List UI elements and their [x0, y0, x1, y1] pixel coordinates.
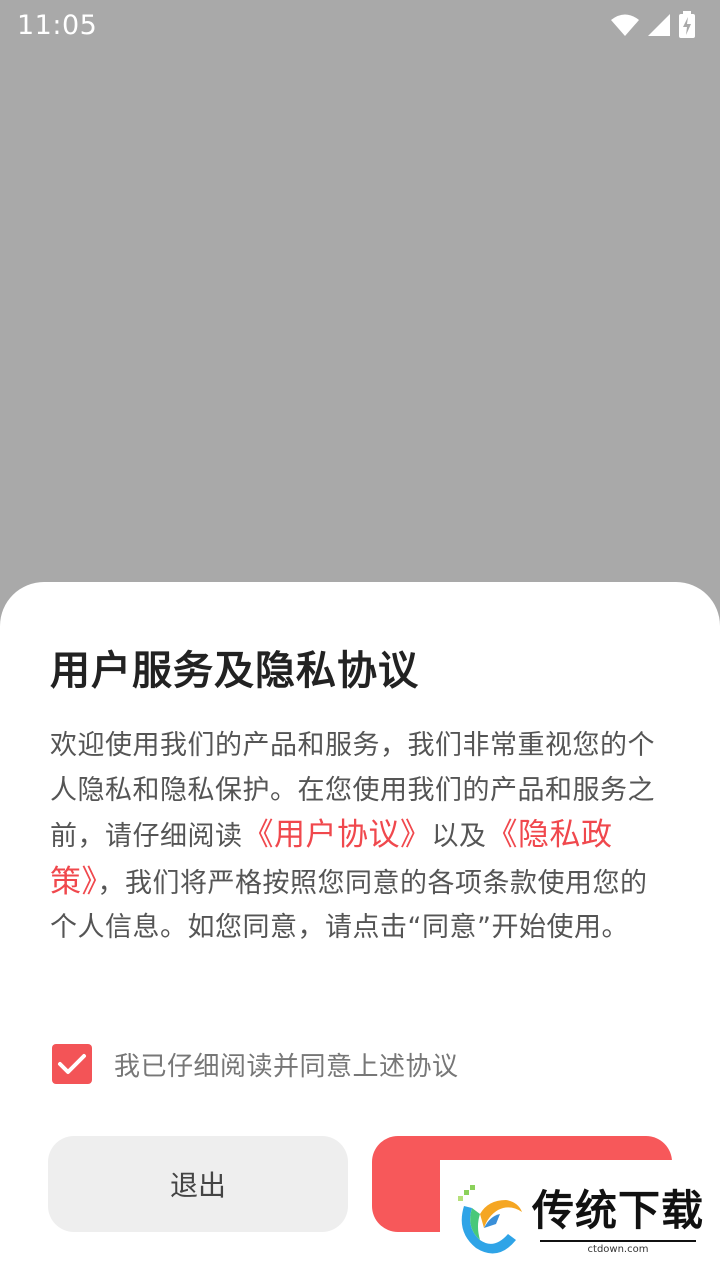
watermark-title: 传统下载 — [532, 1185, 705, 1235]
watermark-text: 传统下载 ctdown.com — [532, 1186, 704, 1255]
agree-checkbox-row[interactable]: 我已仔细阅读并同意上述协议 — [52, 1044, 459, 1084]
watermark: 传统下载 ctdown.com — [440, 1160, 720, 1280]
agree-checkbox[interactable] — [52, 1044, 92, 1084]
status-icons — [610, 11, 696, 39]
body-text-part2: 以及 — [431, 821, 487, 852]
cell-signal-icon — [648, 14, 670, 36]
status-time: 11:05 — [17, 9, 98, 41]
checkmark-icon — [58, 1054, 86, 1074]
watermark-divider — [540, 1239, 696, 1242]
battery-charging-icon — [679, 11, 695, 38]
exit-button[interactable]: 退出 — [48, 1136, 348, 1232]
watermark-url: ctdown.com — [587, 1243, 649, 1255]
agree-checkbox-label[interactable]: 我已仔细阅读并同意上述协议 — [114, 1046, 459, 1083]
dialog-title: 用户服务及隐私协议 — [50, 648, 419, 694]
body-text-part3: ，我们将严格按照您同意的各项条款使用您的个人信息。如您同意，请点击“同意”开始使… — [50, 867, 648, 944]
watermark-logo-icon — [458, 1185, 522, 1254]
dialog-body-text: 欢迎使用我们的产品和服务，我们非常重视您的个人隐私和隐私保护。在您使用我们的产品… — [50, 724, 672, 951]
status-bar: 11:05 — [0, 0, 720, 50]
user-agreement-link[interactable]: 《用户协议》 — [243, 817, 432, 853]
wifi-icon — [611, 14, 639, 36]
